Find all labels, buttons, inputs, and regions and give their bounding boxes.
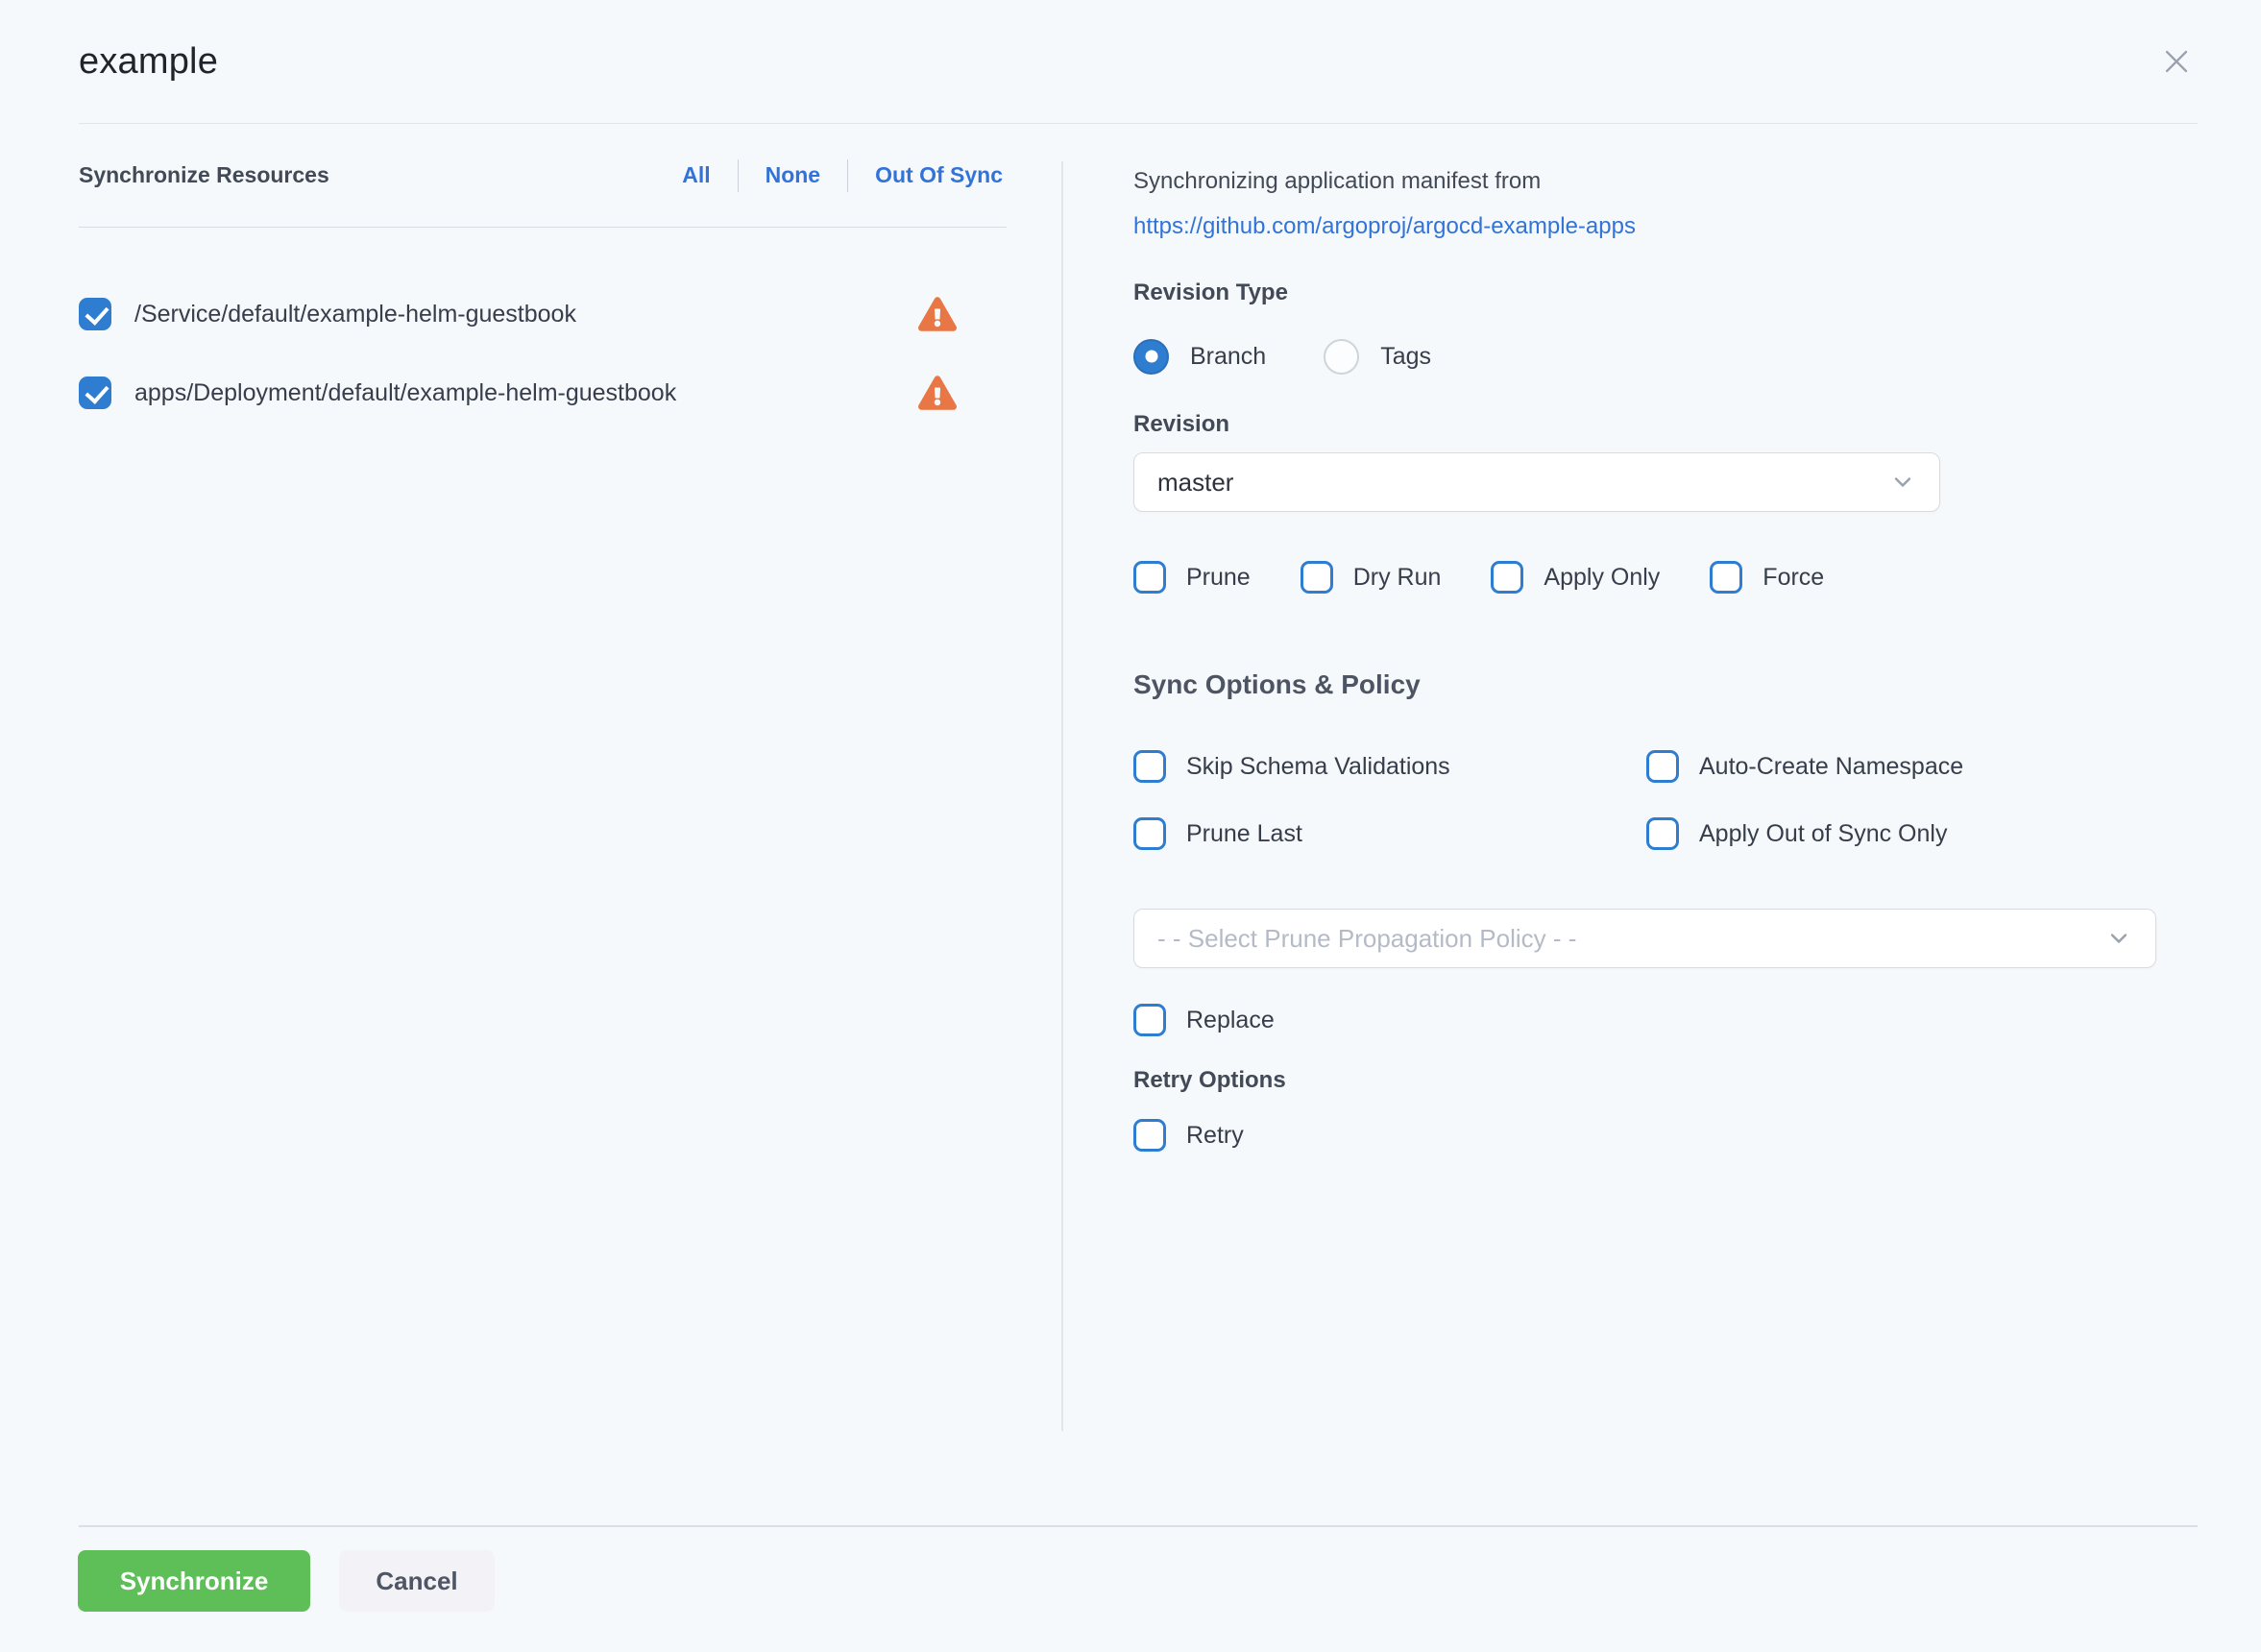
resources-panel-header: Synchronize Resources All None Out Of Sync [79, 124, 1007, 228]
close-icon[interactable] [2155, 40, 2198, 83]
checkbox-label: Skip Schema Validations [1186, 753, 1450, 781]
checkbox[interactable] [1491, 561, 1523, 594]
checkbox-force[interactable]: Force [1710, 561, 1824, 594]
checkbox-retry[interactable]: Retry [1133, 1119, 1244, 1152]
warning-icon [918, 376, 957, 410]
checkbox-dry-run[interactable]: Dry Run [1301, 561, 1442, 594]
checkbox-label: Force [1763, 564, 1824, 592]
panel-divider [1061, 161, 1063, 1431]
checkbox-auto-create-namespace[interactable]: Auto-Create Namespace [1646, 740, 2156, 793]
revision-label: Revision [1133, 409, 2156, 440]
sync-flags-row: Prune Dry Run Apply Only Force [1133, 550, 2156, 604]
resource-list: /Service/default/example-helm-guestbook a… [79, 287, 1007, 420]
manifest-repo-link[interactable]: https://github.com/argoproj/argocd-examp… [1133, 210, 1636, 243]
resource-filters: All None Out Of Sync [678, 159, 1007, 192]
checkbox-apply-out-of-sync-only[interactable]: Apply Out of Sync Only [1646, 807, 2156, 861]
dialog-footer: Synchronize Cancel [0, 1525, 2261, 1612]
manifest-source-label: Synchronizing application manifest from [1133, 165, 2156, 198]
checkbox-label: Retry [1186, 1122, 1244, 1150]
footer-divider [79, 1525, 2198, 1527]
checkbox[interactable] [1710, 561, 1742, 594]
filter-all[interactable]: All [678, 162, 714, 188]
revision-select-value: master [1157, 468, 1233, 498]
revision-type-label: Revision Type [1133, 278, 2156, 308]
revision-type-group: Branch Tags [1133, 329, 2156, 383]
resource-label: /Service/default/example-helm-guestbook [134, 301, 576, 328]
retry-row: Retry [1133, 1108, 2156, 1162]
page-title: example [79, 41, 218, 83]
checkbox-label: Prune Last [1186, 820, 1302, 848]
checkbox-skip-schema-validations[interactable]: Skip Schema Validations [1133, 740, 1646, 793]
sync-options-heading: Sync Options & Policy [1133, 669, 2156, 700]
chevron-down-icon [1889, 469, 1916, 496]
resource-label: apps/Deployment/default/example-helm-gue… [134, 379, 676, 407]
warning-icon [918, 297, 957, 331]
checkbox-label: Dry Run [1353, 564, 1442, 592]
radio-label: Branch [1190, 343, 1266, 371]
radio-button[interactable] [1133, 339, 1169, 375]
filter-separator [847, 159, 848, 192]
checkbox-label: Replace [1186, 1007, 1275, 1034]
radio-branch[interactable]: Branch [1133, 339, 1266, 375]
checkbox-label: Prune [1186, 564, 1251, 592]
replace-row: Replace [1133, 993, 2156, 1047]
radio-label: Tags [1380, 343, 1431, 371]
retry-options-heading: Retry Options [1133, 1066, 2156, 1095]
radio-button[interactable] [1324, 339, 1359, 375]
resources-heading: Synchronize Resources [79, 162, 329, 188]
checkbox[interactable] [1133, 1004, 1166, 1036]
checkbox[interactable] [79, 298, 111, 330]
prune-policy-select[interactable]: - - Select Prune Propagation Policy - - [1133, 909, 2156, 968]
checkbox[interactable] [1133, 1119, 1166, 1152]
checkbox-label: Apply Only [1544, 564, 1660, 592]
chevron-down-icon [2105, 925, 2132, 952]
radio-tags[interactable]: Tags [1324, 339, 1431, 375]
checkbox-apply-only[interactable]: Apply Only [1491, 561, 1660, 594]
dialog-header: example [79, 0, 2198, 124]
filter-none[interactable]: None [762, 162, 825, 188]
prune-policy-placeholder: - - Select Prune Propagation Policy - - [1157, 924, 1576, 954]
checkbox[interactable] [1133, 561, 1166, 594]
checkbox-label: Apply Out of Sync Only [1699, 820, 1947, 848]
filter-out-of-sync[interactable]: Out Of Sync [871, 162, 1007, 188]
filter-separator [738, 159, 739, 192]
revision-select[interactable]: master [1133, 452, 1940, 512]
sync-options-grid: Skip Schema Validations Auto-Create Names… [1133, 740, 2156, 861]
checkbox-label: Auto-Create Namespace [1699, 753, 1963, 781]
checkbox[interactable] [1646, 817, 1679, 850]
cancel-button[interactable]: Cancel [339, 1550, 495, 1612]
checkbox[interactable] [1301, 561, 1333, 594]
synchronize-button[interactable]: Synchronize [78, 1550, 310, 1612]
resource-row: apps/Deployment/default/example-helm-gue… [79, 366, 1007, 420]
checkbox-prune[interactable]: Prune [1133, 561, 1251, 594]
checkbox[interactable] [1646, 750, 1679, 783]
resource-row: /Service/default/example-helm-guestbook [79, 287, 1007, 341]
checkbox[interactable] [1133, 817, 1166, 850]
checkbox-replace[interactable]: Replace [1133, 1004, 1275, 1036]
resources-panel: Synchronize Resources All None Out Of Sync… [79, 124, 1007, 420]
sync-settings-panel: Synchronizing application manifest from … [1133, 161, 2156, 1162]
checkbox[interactable] [1133, 750, 1166, 783]
checkbox-prune-last[interactable]: Prune Last [1133, 807, 1646, 861]
checkbox[interactable] [79, 377, 111, 409]
